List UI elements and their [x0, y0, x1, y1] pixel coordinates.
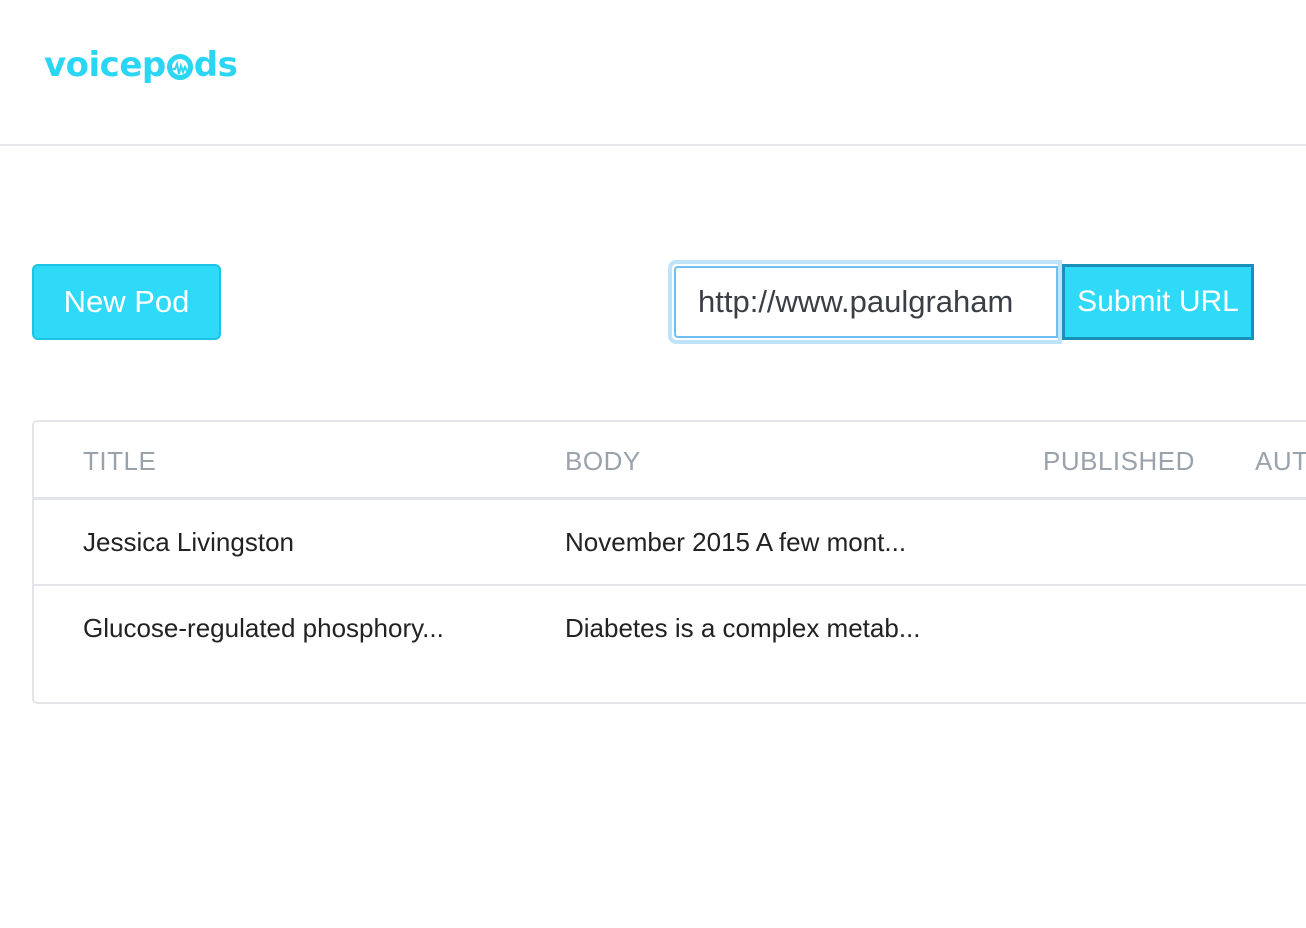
table-row[interactable]: Glucose-regulated phosphory... Diabetes …: [34, 586, 1306, 672]
logo-text-start: voicep: [44, 45, 166, 85]
column-header-title[interactable]: TITLE: [83, 446, 156, 477]
row-title: Glucose-regulated phosphory...: [83, 613, 444, 643]
submit-url-button[interactable]: Submit URL: [1062, 264, 1254, 340]
new-pod-button[interactable]: New Pod: [32, 264, 221, 340]
voicepods-logo[interactable]: voicep ds: [44, 40, 238, 90]
url-input-focus-ring: [668, 260, 1062, 344]
row-body: Diabetes is a complex metab...: [565, 613, 921, 643]
soundwave-icon: [166, 54, 193, 80]
column-header-author[interactable]: AUT: [1255, 446, 1306, 477]
table-header: TITLE BODY PUBLISHED AUT: [34, 422, 1306, 500]
pods-table: TITLE BODY PUBLISHED AUT Jessica Livings…: [32, 420, 1306, 704]
top-bar: voicep ds: [0, 0, 1306, 146]
row-title: Jessica Livingston: [83, 527, 294, 557]
logo-text-end: ds: [193, 45, 238, 85]
submit-url-form: Submit URL: [668, 260, 1254, 344]
column-header-published[interactable]: PUBLISHED: [1043, 446, 1195, 477]
row-body: November 2015 A few mont...: [565, 527, 907, 557]
url-input[interactable]: [674, 266, 1058, 338]
column-header-body[interactable]: BODY: [565, 446, 641, 477]
table-row[interactable]: Jessica Livingston November 2015 A few m…: [34, 500, 1306, 586]
